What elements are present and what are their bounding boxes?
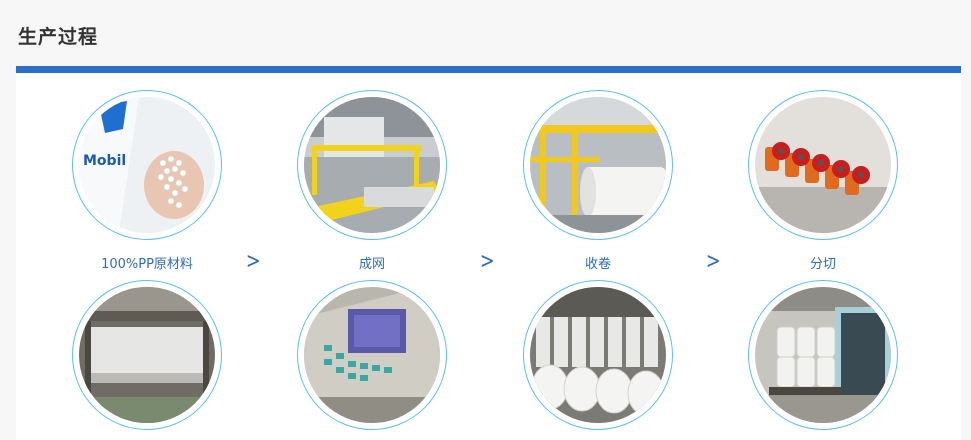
step-pp-raw-material[interactable]: Mobil xyxy=(72,90,222,240)
step-label: 100%PP原材料 xyxy=(101,257,193,272)
winding-roll-image xyxy=(530,97,666,233)
step-finished-rolls[interactable] xyxy=(523,280,673,430)
arrow-icon: > xyxy=(479,249,495,274)
pp-pellets-image: Mobil xyxy=(79,97,215,233)
step-label: 成网 xyxy=(358,257,385,272)
control-panel-image xyxy=(304,287,440,423)
step-winding[interactable] xyxy=(523,90,673,240)
section-title: 生产过程 xyxy=(18,26,99,48)
step-label: 分切 xyxy=(809,257,836,272)
step-control-panel[interactable] xyxy=(297,280,447,430)
step-web-forming[interactable] xyxy=(297,90,447,240)
step-container-loading[interactable] xyxy=(748,280,898,430)
finished-rolls-image xyxy=(530,287,666,423)
container-loading-image xyxy=(755,287,891,423)
fabric-production-line-image xyxy=(79,287,215,423)
section-divider xyxy=(16,66,961,73)
arrow-icon: > xyxy=(705,249,721,274)
svg-text:Mobil: Mobil xyxy=(83,153,126,169)
step-label: 收卷 xyxy=(584,257,611,272)
slitting-blades-image xyxy=(755,97,891,233)
arrow-icon: > xyxy=(245,249,261,274)
step-production-line[interactable] xyxy=(72,280,222,430)
web-forming-machine-image xyxy=(304,97,440,233)
step-slitting[interactable] xyxy=(748,90,898,240)
